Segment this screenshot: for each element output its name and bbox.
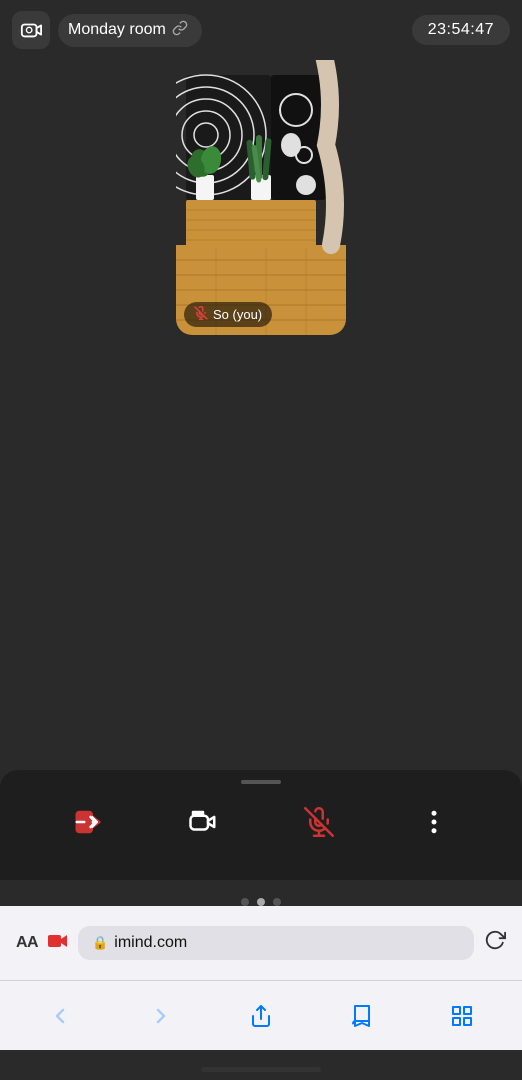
room-name-text: Monday room <box>68 21 166 39</box>
bookmarks-button[interactable] <box>339 994 383 1038</box>
link-icon <box>172 20 188 41</box>
reload-button[interactable] <box>484 929 506 957</box>
camera-switch-button[interactable] <box>12 11 50 49</box>
browser-aa-button[interactable]: AA <box>16 934 38 952</box>
mic-muted-icon <box>194 306 208 323</box>
url-text: imind.com <box>114 934 187 952</box>
more-options-button[interactable] <box>408 796 460 848</box>
mic-toggle-button[interactable] <box>293 796 345 848</box>
participant-label: So (you) <box>184 302 272 327</box>
drag-handle[interactable] <box>241 780 281 784</box>
leave-button[interactable] <box>62 796 114 848</box>
share-button[interactable] <box>239 994 283 1038</box>
forward-button[interactable] <box>139 994 183 1038</box>
page-dots <box>0 898 522 906</box>
time-display: 23:54:47 <box>412 15 510 45</box>
top-bar-left: Monday room <box>12 11 202 49</box>
controls-panel <box>0 770 522 880</box>
page-dot-2[interactable] <box>257 898 265 906</box>
page-dot-1[interactable] <box>241 898 249 906</box>
top-bar: Monday room 23:54:47 <box>0 0 522 60</box>
page-dot-3[interactable] <box>273 898 281 906</box>
back-button[interactable] <box>38 994 82 1038</box>
home-indicator <box>201 1067 321 1072</box>
browser-navigation <box>0 980 522 1050</box>
browser-bar: AA 🔒 imind.com <box>0 906 522 980</box>
browser-video-icon <box>48 933 68 954</box>
controls-row <box>0 796 522 848</box>
camera-toggle-button[interactable] <box>177 796 229 848</box>
video-area: So (you) <box>0 60 522 320</box>
lock-icon: 🔒 <box>92 935 108 951</box>
tabs-button[interactable] <box>440 994 484 1038</box>
participant-name: So (you) <box>213 307 262 322</box>
participant-tile: So (you) <box>176 45 346 335</box>
browser-url-bar[interactable]: 🔒 imind.com <box>78 926 474 960</box>
room-name-pill[interactable]: Monday room <box>58 14 202 47</box>
